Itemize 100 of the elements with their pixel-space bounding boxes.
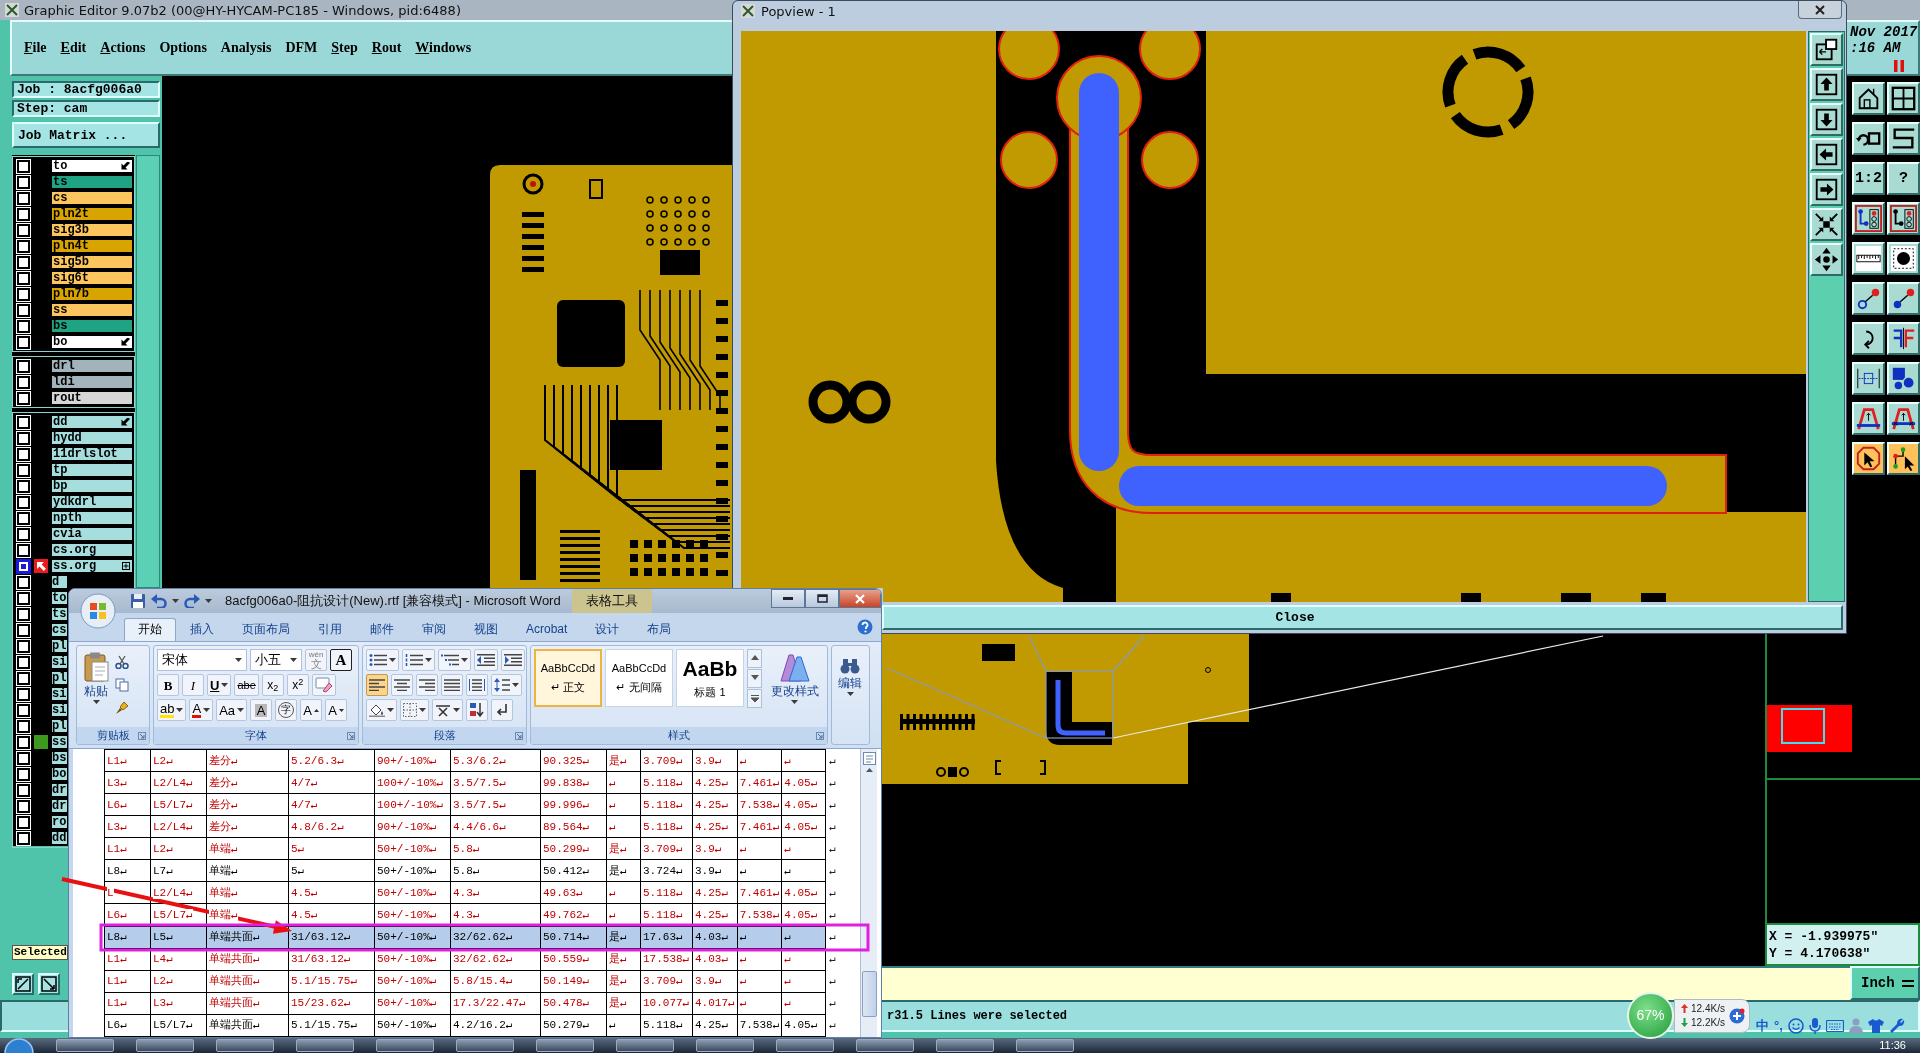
dialog-launcher-icon[interactable] <box>816 731 824 740</box>
layer-name[interactable]: to <box>51 159 133 173</box>
ribbon-tab[interactable]: Acrobat <box>512 618 582 641</box>
layer-name[interactable]: si <box>51 703 68 717</box>
layer-name[interactable]: ldi <box>51 375 133 389</box>
tool-button[interactable] <box>1887 442 1920 475</box>
ribbon-tab[interactable]: 布局 <box>633 618 686 641</box>
tool-button[interactable] <box>1852 242 1885 275</box>
borders-button[interactable] <box>400 699 429 721</box>
tool-button[interactable] <box>1852 322 1885 355</box>
character-border-button[interactable]: A <box>330 649 352 671</box>
brush-icon[interactable] <box>115 701 129 715</box>
layer-name[interactable]: rout <box>51 391 133 405</box>
layer-name[interactable]: 11drlslot <box>51 447 133 461</box>
layer-checkbox[interactable] <box>17 375 30 389</box>
line-spacing-button[interactable] <box>491 674 522 696</box>
layer-checkbox[interactable] <box>17 719 30 733</box>
layer-name[interactable]: npth <box>51 511 133 525</box>
layer-name[interactable]: bo <box>51 767 68 781</box>
scroll-up-icon[interactable] <box>865 768 873 772</box>
layer-checkbox[interactable] <box>17 543 30 557</box>
font-color-button[interactable]: A <box>189 699 214 721</box>
phonetic-guide-button[interactable]: wén 文 <box>305 649 327 671</box>
plus-circle-icon[interactable] <box>1728 1007 1745 1024</box>
measure-button[interactable] <box>38 973 60 995</box>
tool-button[interactable] <box>1887 322 1920 355</box>
menu-item[interactable]: DFM <box>278 41 325 55</box>
taskbar-button[interactable] <box>776 1039 834 1052</box>
italic-button[interactable]: I <box>182 674 204 696</box>
layer-name[interactable]: ts <box>51 607 68 621</box>
ribbon-tab[interactable]: 设计 <box>581 618 634 641</box>
layer-name[interactable]: si <box>51 687 68 701</box>
tool-button[interactable] <box>1887 282 1920 315</box>
decrease-indent-button[interactable] <box>474 649 498 671</box>
layer-checkbox[interactable] <box>17 751 30 765</box>
tool-button[interactable] <box>1852 122 1885 155</box>
view-tool-button[interactable] <box>1810 103 1843 136</box>
save-icon[interactable] <box>130 593 146 609</box>
layer-checkbox[interactable] <box>17 207 30 221</box>
layer-checkbox[interactable] <box>17 495 30 509</box>
menu-item[interactable]: Step <box>324 41 365 55</box>
underline-button[interactable]: U <box>207 674 232 696</box>
layer-checkbox[interactable] <box>17 255 30 269</box>
menu-item[interactable]: Options <box>152 41 214 55</box>
menu-item[interactable]: Edit <box>53 41 94 55</box>
layer-checkbox[interactable] <box>17 479 30 493</box>
taskbar-button[interactable] <box>136 1039 194 1052</box>
layer-checkbox[interactable] <box>17 671 30 685</box>
bold-button[interactable]: B <box>157 674 179 696</box>
strikethrough-button[interactable]: abe <box>234 674 259 696</box>
numbering-button[interactable] <box>402 649 435 671</box>
close-button[interactable] <box>839 589 881 608</box>
redo-icon[interactable] <box>184 594 200 608</box>
layer-checkbox[interactable] <box>17 239 30 253</box>
enclosed-character-button[interactable]: 字 <box>275 699 298 721</box>
layer-checkbox[interactable] <box>17 431 30 445</box>
keyboard-icon[interactable] <box>1825 1020 1844 1032</box>
vertical-scrollbar[interactable] <box>860 749 877 1037</box>
taskbar-button[interactable] <box>696 1039 754 1052</box>
ribbon-tab[interactable]: 页面布局 <box>228 618 304 641</box>
align-button[interactable] <box>466 674 488 696</box>
layer-checkbox[interactable] <box>17 175 30 189</box>
close-button[interactable] <box>1798 1 1842 19</box>
align-button[interactable] <box>416 674 438 696</box>
maximize-button[interactable] <box>805 589 839 608</box>
taskbar-button[interactable] <box>856 1039 914 1052</box>
layer-name[interactable]: si <box>51 655 68 669</box>
copy-icon[interactable] <box>115 678 129 692</box>
taskbar-button[interactable] <box>616 1039 674 1052</box>
align-button[interactable] <box>391 674 413 696</box>
style-option[interactable]: AaBb 标题 1 <box>676 649 744 707</box>
layer-name[interactable]: ro <box>51 815 68 829</box>
layer-list-scrollbar[interactable] <box>136 155 160 588</box>
layer-name[interactable]: bs <box>51 751 68 765</box>
paste-button[interactable]: 粘贴 <box>80 649 112 724</box>
layer-checkbox[interactable] <box>17 687 30 701</box>
office-button[interactable] <box>80 593 116 629</box>
layer-name[interactable]: pl <box>51 639 68 653</box>
layer-checkbox[interactable] <box>17 159 30 173</box>
layer-checkbox[interactable] <box>17 391 30 405</box>
layer-name[interactable]: dd <box>51 831 68 845</box>
style-scroll-button[interactable] <box>747 649 762 668</box>
align-button[interactable] <box>366 674 388 696</box>
taskbar-button[interactable] <box>216 1039 274 1052</box>
layer-checkbox[interactable] <box>17 575 30 589</box>
layer-checkbox[interactable] <box>17 655 30 669</box>
tool-button[interactable] <box>1887 402 1920 435</box>
start-button[interactable] <box>4 1038 34 1053</box>
layer-name[interactable]: sig6t <box>51 271 133 285</box>
punctuation-indicator[interactable]: °, <box>1774 1018 1783 1034</box>
tool-button[interactable] <box>1852 82 1885 115</box>
tool-button[interactable] <box>1852 282 1885 315</box>
zoom-area-button[interactable] <box>12 973 34 995</box>
ribbon-tab[interactable]: 邮件 <box>356 618 408 641</box>
layer-name[interactable]: pl <box>51 719 68 733</box>
shrink-font-button[interactable]: A <box>325 699 348 721</box>
layer-name[interactable]: pln2t <box>51 207 133 221</box>
menu-item[interactable]: Windows <box>408 41 479 55</box>
view-tool-button[interactable] <box>1810 208 1843 241</box>
layer-name[interactable]: ss <box>51 735 68 749</box>
